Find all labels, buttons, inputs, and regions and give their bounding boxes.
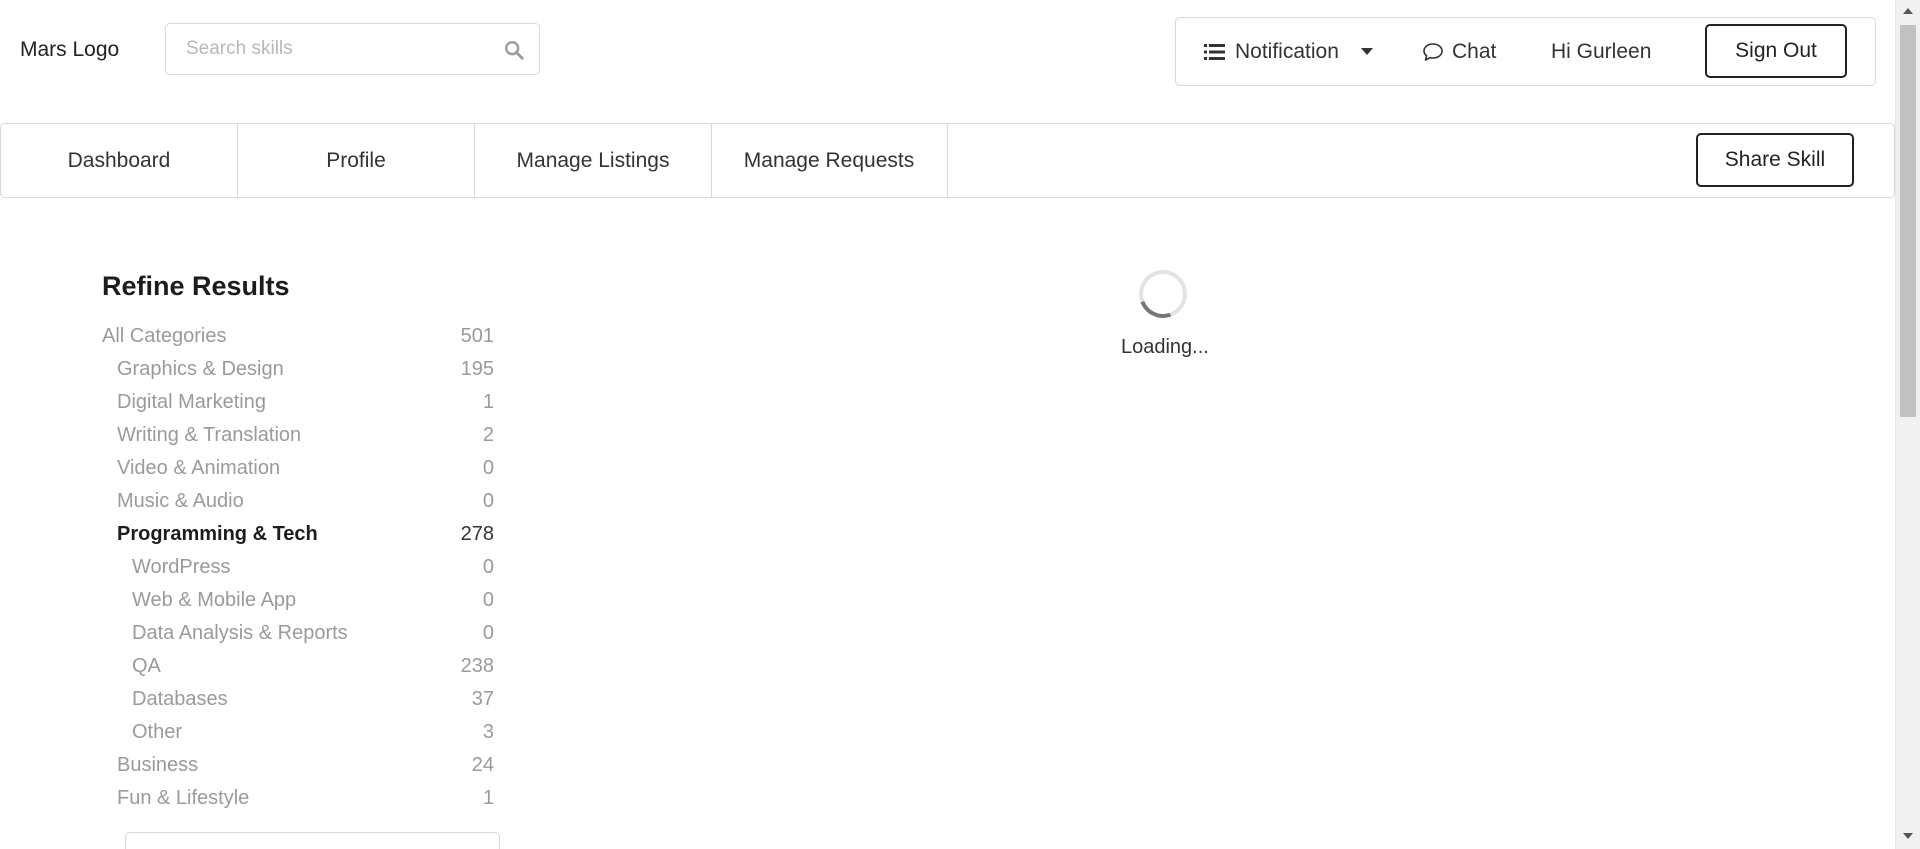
page-scrollbar[interactable]	[1895, 0, 1920, 849]
category-item[interactable]: Web & Mobile App 0	[102, 585, 494, 618]
category-label: Digital Marketing	[117, 391, 266, 413]
category-label: Graphics & Design	[117, 358, 284, 380]
top-menu: Notification Chat Hi Gurleen Sign Out	[1175, 17, 1876, 86]
caret-down-icon	[1360, 48, 1373, 55]
category-label: Business	[117, 754, 199, 776]
category-item[interactable]: Video & Animation 0	[102, 453, 494, 486]
category-label: WordPress	[132, 556, 231, 578]
sign-out-button[interactable]: Sign Out	[1705, 24, 1847, 78]
tab-profile[interactable]: Profile	[238, 124, 475, 197]
category-count: 3	[482, 721, 494, 743]
category-count: 0	[482, 622, 494, 644]
search-box	[165, 23, 540, 75]
search-input[interactable]	[166, 24, 486, 74]
category-count: 501	[460, 325, 494, 347]
category-count: 1	[482, 787, 494, 809]
site-logo[interactable]: Mars Logo	[20, 38, 119, 62]
category-label: All Categories	[102, 325, 227, 347]
category-label: Music & Audio	[117, 490, 244, 512]
category-count: 0	[482, 490, 494, 512]
main-tab-bar: Dashboard Profile Manage Listings Manage…	[0, 123, 1895, 198]
share-skill-button[interactable]: Share Skill	[1696, 133, 1854, 187]
loading-spinner-icon	[1131, 262, 1195, 326]
category-count: 0	[482, 556, 494, 578]
category-label: Data Analysis & Reports	[132, 622, 348, 644]
category-count: 278	[460, 523, 494, 545]
category-item[interactable]: Data Analysis & Reports 0	[102, 618, 494, 651]
category-label: Programming & Tech	[117, 523, 318, 545]
list-icon	[1204, 43, 1225, 60]
scrollbar-thumb[interactable]	[1900, 25, 1916, 417]
category-count: 0	[482, 457, 494, 479]
category-label: Fun & Lifestyle	[117, 787, 250, 809]
category-count: 24	[471, 754, 494, 776]
notification-dropdown[interactable]: Notification	[1204, 18, 1373, 85]
search-icon[interactable]	[503, 39, 525, 61]
category-item[interactable]: Music & Audio 0	[102, 486, 494, 519]
category-label: Databases	[132, 688, 228, 710]
category-item[interactable]: Programming & Tech 278	[102, 519, 494, 552]
category-label: Video & Animation	[117, 457, 281, 479]
notification-label: Notification	[1235, 39, 1339, 63]
category-item[interactable]: Writing & Translation 2	[102, 420, 494, 453]
category-item[interactable]: WordPress 0	[102, 552, 494, 585]
category-list: All Categories 501 Graphics & Design 195 Dig…	[102, 321, 494, 816]
category-count: 1	[482, 391, 494, 413]
loading-text: Loading...	[1121, 336, 1209, 358]
category-label: Other	[132, 721, 183, 743]
category-item[interactable]: Other 3	[102, 717, 494, 750]
tab-manage-requests[interactable]: Manage Requests	[711, 124, 948, 197]
category-count: 2	[482, 424, 494, 446]
category-item[interactable]: Business 24	[102, 750, 494, 783]
category-item[interactable]: Graphics & Design 195	[102, 354, 494, 387]
category-count: 0	[482, 589, 494, 611]
category-item[interactable]: Fun & Lifestyle 1	[102, 783, 494, 816]
category-item[interactable]: Digital Marketing 1	[102, 387, 494, 420]
category-label: QA	[132, 655, 161, 677]
scroll-up-arrow-icon[interactable]	[1903, 8, 1913, 14]
tab-manage-listings[interactable]: Manage Listings	[475, 124, 712, 197]
category-count: 195	[460, 358, 494, 380]
category-count: 37	[471, 688, 494, 710]
user-greeting: Hi Gurleen	[1551, 39, 1652, 63]
chat-bubble-icon	[1423, 42, 1443, 61]
category-count: 238	[460, 655, 494, 677]
category-label: Writing & Translation	[117, 424, 302, 446]
tab-dashboard[interactable]: Dashboard	[1, 124, 238, 197]
refine-results-title: Refine Results	[102, 271, 290, 301]
category-item[interactable]: All Categories 501	[102, 321, 494, 354]
category-item[interactable]: QA 238	[102, 651, 494, 684]
chat-link[interactable]: Chat	[1422, 18, 1496, 85]
scroll-down-arrow-icon[interactable]	[1903, 833, 1913, 839]
category-item[interactable]: Databases 37	[102, 684, 494, 717]
category-label: Web & Mobile App	[132, 589, 297, 611]
chat-label: Chat	[1452, 39, 1497, 63]
filter-box[interactable]	[125, 832, 500, 849]
